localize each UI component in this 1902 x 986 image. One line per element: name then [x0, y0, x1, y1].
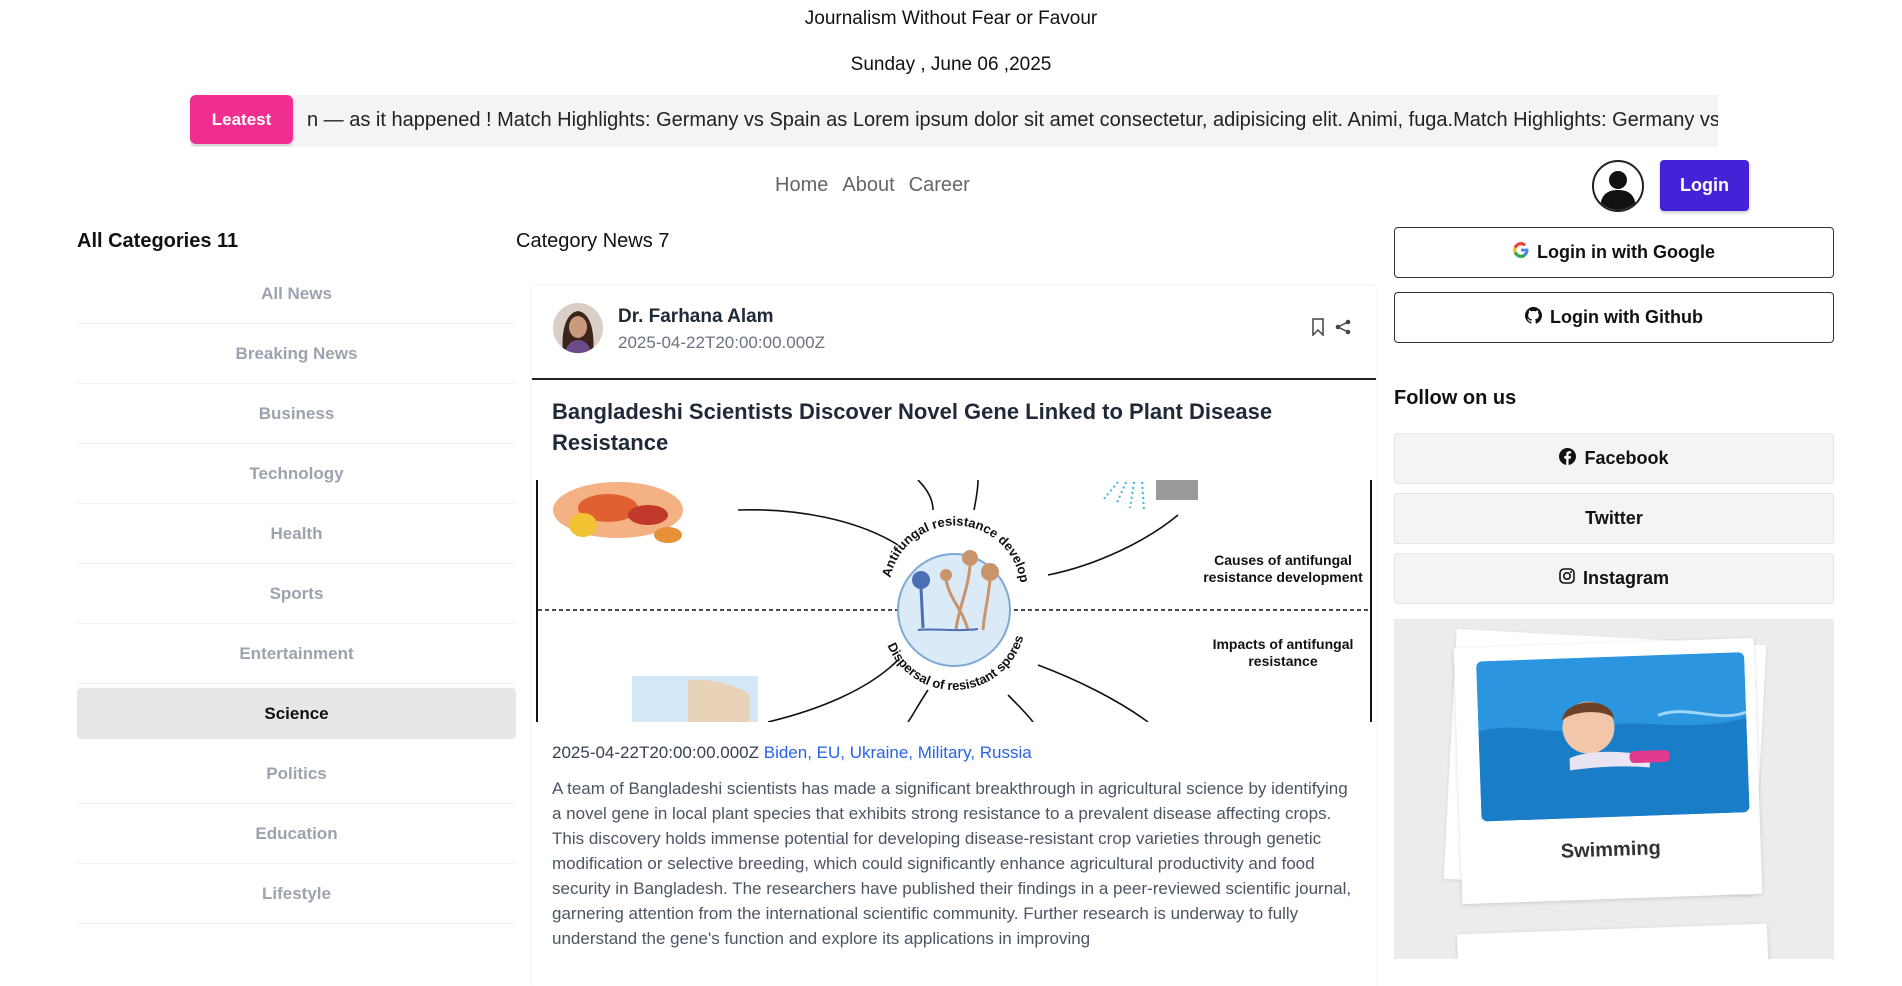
author-avatar: [553, 303, 603, 353]
bookmark-icon[interactable]: [1310, 318, 1326, 341]
author-row: Dr. Farhana Alam 2025-04-22T20:00:00.000…: [532, 286, 1376, 380]
article-body: A team of Bangladeshi scientists has mad…: [552, 779, 1352, 948]
nav-home[interactable]: Home: [775, 174, 828, 197]
article-figure: Antifungal resistance development Disper…: [536, 480, 1372, 722]
figure-label-causes: Causes of antifungal resistance developm…: [1203, 552, 1363, 585]
ticker-text[interactable]: n — as it happened ! Match Highlights: G…: [307, 109, 1718, 132]
news-ticker: Leatest n — as it happened ! Match Highl…: [190, 95, 1718, 147]
current-date: Sunday , June 06 ,2025: [850, 54, 1052, 75]
github-icon: [1525, 306, 1543, 329]
category-item[interactable]: Technology: [77, 444, 516, 504]
promo-card[interactable]: Swimming: [1453, 637, 1763, 905]
google-login-button[interactable]: Login in with Google: [1394, 227, 1834, 278]
category-item[interactable]: Sports: [77, 564, 516, 624]
category-item[interactable]: Politics: [77, 744, 516, 804]
instagram-button[interactable]: Instagram: [1394, 553, 1834, 604]
github-login-label: Login with Github: [1550, 307, 1703, 327]
figure-label-impacts: Impacts of antifungal resistance: [1212, 636, 1354, 669]
category-item[interactable]: Lifestyle: [77, 864, 516, 924]
article-meta: 2025-04-22T20:00:00.000Z Biden, EU, Ukra…: [552, 743, 1032, 763]
categories-title: All Categories 11: [77, 230, 239, 252]
facebook-icon: [1559, 447, 1577, 470]
category-item[interactable]: All News: [77, 264, 516, 324]
category-list: All News Breaking News Business Technolo…: [77, 264, 516, 924]
facebook-button[interactable]: Facebook: [1394, 433, 1834, 484]
news-card: Dr. Farhana Alam 2025-04-22T20:00:00.000…: [532, 286, 1376, 986]
category-item[interactable]: Education: [77, 804, 516, 864]
article-figure-svg: Antifungal resistance development Disper…: [538, 480, 1370, 722]
category-item[interactable]: Entertainment: [77, 624, 516, 684]
world-map-illustration: [553, 482, 683, 543]
author-name: Dr. Farhana Alam: [618, 306, 774, 327]
article-tags[interactable]: Biden, EU, Ukraine, Military, Russia: [764, 743, 1032, 762]
instagram-label: Instagram: [1582, 568, 1670, 588]
promo-label: Swimming: [1560, 837, 1662, 863]
promo-card-next[interactable]: [1457, 923, 1769, 959]
nav-career[interactable]: Career: [909, 174, 970, 197]
site-tagline: Journalism Without Fear or Favour: [804, 8, 1098, 29]
publish-date: 2025-04-22T20:00:00.000Z: [618, 333, 825, 352]
google-login-label: Login in with Google: [1537, 242, 1715, 262]
meta-date: 2025-04-22T20:00:00.000Z: [552, 743, 759, 762]
nav-about[interactable]: About: [842, 174, 894, 197]
twitter-label: Twitter: [1585, 508, 1643, 528]
article-headline[interactable]: Bangladeshi Scientists Discover Novel Ge…: [552, 396, 1352, 458]
category-item-active[interactable]: Science: [77, 688, 516, 739]
category-news-title: Category News 7: [516, 230, 670, 252]
google-icon: [1513, 242, 1529, 263]
instagram-icon: [1559, 568, 1575, 589]
uv-rays-illustration: [1102, 481, 1145, 511]
category-item[interactable]: Breaking News: [77, 324, 516, 384]
card-actions: [1310, 318, 1352, 341]
follow-title: Follow on us: [1394, 387, 1517, 409]
github-login-button[interactable]: Login with Github: [1394, 292, 1834, 343]
main-nav: Home About Career: [775, 174, 970, 197]
share-icon[interactable]: [1334, 318, 1352, 341]
user-avatar-icon[interactable]: [1592, 160, 1644, 212]
swimming-image: [1476, 652, 1750, 822]
category-item[interactable]: Health: [77, 504, 516, 564]
category-item[interactable]: Business: [77, 384, 516, 444]
promo-panel: Swimming: [1394, 619, 1834, 959]
login-button[interactable]: Login: [1660, 160, 1749, 211]
twitter-button[interactable]: Twitter: [1394, 493, 1834, 544]
facebook-label: Facebook: [1584, 448, 1669, 468]
latest-button[interactable]: Leatest: [190, 95, 293, 144]
